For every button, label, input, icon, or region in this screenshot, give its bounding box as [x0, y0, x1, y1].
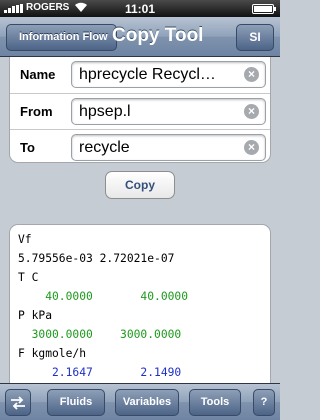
status-bar: ROGERS 11:01 [0, 0, 280, 17]
fluids-button[interactable]: Fluids [47, 389, 105, 416]
output-line: Vf [18, 233, 32, 246]
from-field-value: hpsep.l [79, 103, 131, 120]
back-button-label: Information Flow [19, 31, 108, 43]
navigation-bar: Information Flow Copy Tool SI [0, 17, 280, 57]
output-line: 5.79556e-03 2.72021e-07 [18, 252, 175, 265]
copy-button-area: Copy [0, 163, 280, 208]
output-line: T C [18, 271, 39, 284]
name-field[interactable]: hprecycle Recycl… × [71, 61, 266, 88]
tools-button[interactable]: Tools [189, 389, 241, 416]
swap-button[interactable] [5, 389, 31, 416]
clear-icon[interactable]: × [244, 104, 259, 119]
from-label: From [20, 104, 53, 119]
output-line: 2.1647 2.1490 [18, 366, 182, 379]
to-row: To recycle × [10, 129, 270, 165]
output-line: F kgmole/h [18, 347, 87, 360]
clear-icon[interactable]: × [244, 67, 259, 82]
clock: 11:01 [124, 2, 156, 16]
copy-button[interactable]: Copy [105, 171, 175, 199]
name-row: Name hprecycle Recycl… × [10, 57, 270, 93]
copy-form: Name hprecycle Recycl… × From hpsep.l × … [9, 57, 271, 163]
name-field-value: hprecycle Recycl… [79, 66, 216, 83]
name-label: Name [20, 67, 56, 82]
variables-button[interactable]: Variables [115, 389, 179, 416]
output-line: P kPa [18, 309, 53, 322]
swap-arrows-icon [10, 396, 26, 413]
output-line: 40.0000 40.0000 [18, 290, 189, 303]
from-row: From hpsep.l × [10, 93, 270, 129]
output-line: 3000.0000 3000.0000 [18, 328, 182, 341]
page-title: Copy Tool [112, 25, 204, 46]
bottom-toolbar: Fluids Variables Tools ? [0, 383, 280, 420]
clear-icon[interactable]: × [244, 140, 259, 155]
to-label: To [20, 140, 35, 155]
unit-system-button[interactable]: SI [236, 24, 274, 51]
back-button[interactable]: Information Flow [6, 24, 117, 51]
to-field[interactable]: recycle × [71, 134, 266, 161]
to-field-value: recycle [79, 139, 130, 156]
battery-icon [252, 4, 276, 14]
help-button[interactable]: ? [253, 389, 275, 416]
output-panel[interactable]: Vf 5.79556e-03 2.72021e-07 T C 40.0000 4… [9, 224, 271, 384]
from-field[interactable]: hpsep.l × [71, 98, 266, 125]
